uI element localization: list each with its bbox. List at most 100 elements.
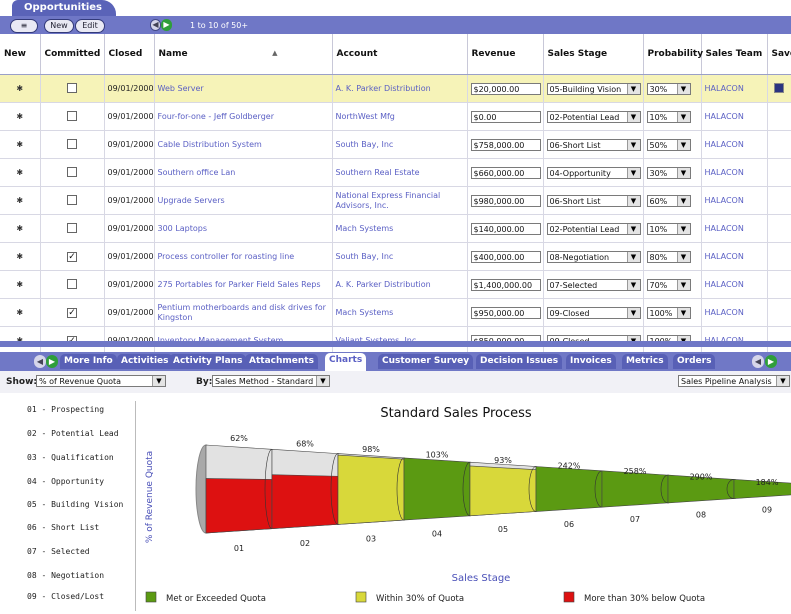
- sales-stage-select[interactable]: 06-Short List ▼: [546, 194, 641, 207]
- new-button[interactable]: New: [44, 19, 74, 33]
- opportunity-name-link[interactable]: Web Server: [154, 74, 333, 103]
- revenue-input[interactable]: $0.00: [470, 110, 541, 123]
- account-link[interactable]: A. K. Parker Distribution: [332, 270, 468, 299]
- revenue-input[interactable]: $660,000.00: [470, 166, 541, 179]
- sales-team-link[interactable]: HALACON: [701, 158, 768, 187]
- tab-invoices[interactable]: Invoices: [566, 354, 616, 369]
- tab-customer-survey[interactable]: Customer Survey: [378, 354, 474, 369]
- committed-checkbox[interactable]: [67, 166, 77, 177]
- committed-checkbox[interactable]: [67, 278, 77, 289]
- probability-select[interactable]: 10% ▼: [646, 222, 691, 235]
- account-link[interactable]: Mach Systems: [332, 214, 468, 243]
- opportunity-name-link[interactable]: 300 Laptops: [154, 214, 333, 243]
- revenue-input[interactable]: $758,000.00: [470, 138, 541, 151]
- account-link[interactable]: NorthWest Mfg: [332, 102, 468, 131]
- sales-stage-select[interactable]: 08-Negotiation ▼: [546, 250, 641, 263]
- opportunity-name-link[interactable]: Cable Distribution System: [154, 130, 333, 159]
- committed-checkbox[interactable]: [67, 222, 77, 233]
- sales-team-link[interactable]: HALACON: [701, 102, 768, 131]
- show-select[interactable]: % of Revenue Quota ▼: [36, 375, 166, 387]
- col-header[interactable]: Account: [332, 34, 468, 75]
- account-link[interactable]: South Bay, Inc: [332, 130, 468, 159]
- sales-stage-select[interactable]: 06-Short List ▼: [546, 138, 641, 151]
- revenue-input[interactable]: $1,400,000.00: [470, 278, 541, 291]
- sales-team-link[interactable]: HALACON: [701, 186, 768, 215]
- table-row[interactable]: ✱ 09/01/2000 275 Portables for Parker Fiel…: [0, 270, 791, 299]
- menu-button[interactable]: ≡: [10, 19, 38, 33]
- tab-metrics[interactable]: Metrics: [622, 354, 668, 369]
- tabs-scroll-right-icon[interactable]: ▶: [765, 355, 777, 368]
- tab-charts[interactable]: Charts: [325, 353, 367, 371]
- sales-team-link[interactable]: HALACON: [701, 298, 768, 327]
- sales-team-link[interactable]: HALACON: [701, 74, 768, 103]
- revenue-input[interactable]: $980,000.00: [470, 194, 541, 207]
- revenue-input[interactable]: $400,000.00: [470, 250, 541, 263]
- opportunity-name-link[interactable]: Pentium motherboards and disk drives for…: [154, 298, 333, 327]
- tab-orders[interactable]: Orders: [673, 354, 716, 369]
- committed-checkbox[interactable]: [67, 138, 77, 149]
- opportunity-name-link[interactable]: 275 Portables for Parker Field Sales Rep…: [154, 270, 333, 299]
- committed-checkbox[interactable]: [67, 194, 77, 205]
- save-icon[interactable]: [774, 82, 784, 93]
- table-row[interactable]: ✱ 09/01/2000 Cable Distribution System Sout…: [0, 130, 791, 159]
- opportunity-name-link[interactable]: Process controller for roasting line: [154, 242, 333, 271]
- prev-record-icon[interactable]: ◀: [150, 19, 161, 31]
- table-row[interactable]: ✱ ✓ 09/01/2000 Pentium motherboards and dis…: [0, 298, 791, 327]
- col-header[interactable]: Committed: [40, 34, 105, 75]
- tab-more-info[interactable]: More Info: [60, 354, 117, 369]
- opportunity-name-link[interactable]: Upgrade Servers: [154, 186, 333, 215]
- sales-stage-select[interactable]: 02-Potential Lead ▼: [546, 110, 641, 123]
- tab-activities[interactable]: Activities: [117, 354, 173, 369]
- probability-select[interactable]: 60% ▼: [646, 194, 691, 207]
- col-header[interactable]: Save: [767, 34, 791, 75]
- tabs-prev-icon[interactable]: ◀: [34, 355, 46, 368]
- revenue-input[interactable]: $950,000.00: [470, 306, 541, 319]
- col-header[interactable]: Probability: [643, 34, 703, 75]
- revenue-input[interactable]: $20,000.00: [470, 82, 541, 95]
- probability-select[interactable]: 100%▼: [646, 306, 691, 319]
- analysis-select[interactable]: Sales Pipeline Analysis ▼: [678, 375, 790, 387]
- table-row[interactable]: ✱ 09/01/2000 300 Laptops Mach Systems $140,0…: [0, 214, 791, 243]
- account-link[interactable]: National Express Financial Advisors, Inc…: [332, 186, 468, 215]
- account-link[interactable]: A. K. Parker Distribution: [332, 74, 468, 103]
- table-row[interactable]: ✱ 09/01/2000 Upgrade Servers National Expre…: [0, 186, 791, 215]
- probability-select[interactable]: 30% ▼: [646, 82, 691, 95]
- account-link[interactable]: Southern Real Estate: [332, 158, 468, 187]
- sales-team-link[interactable]: HALACON: [701, 242, 768, 271]
- probability-select[interactable]: 50% ▼: [646, 138, 691, 151]
- sales-stage-select[interactable]: 07-Selected ▼: [546, 278, 641, 291]
- opportunity-name-link[interactable]: Four-for-one - Jeff Goldberger: [154, 102, 333, 131]
- tab-opportunities[interactable]: Opportunities: [12, 0, 117, 16]
- by-select[interactable]: Sales Method - Standard ▼: [212, 375, 330, 387]
- sales-team-link[interactable]: HALACON: [701, 130, 768, 159]
- table-row[interactable]: ✱ 09/01/2000 Southern office Lan Southern R…: [0, 158, 791, 187]
- sales-stage-select[interactable]: 05-Building Vision ▼: [546, 82, 641, 95]
- tabs-next-icon[interactable]: ▶: [46, 355, 58, 368]
- sales-team-link[interactable]: HALACON: [701, 214, 768, 243]
- probability-select[interactable]: 70% ▼: [646, 278, 691, 291]
- probability-select[interactable]: 30% ▼: [646, 166, 691, 179]
- sales-stage-select[interactable]: 09-Closed ▼: [546, 306, 641, 319]
- col-header[interactable]: Revenue: [467, 34, 544, 75]
- sales-stage-select[interactable]: 04-Opportunity ▼: [546, 166, 641, 179]
- tab-activity-plans[interactable]: Activity Plans: [169, 354, 247, 369]
- col-header[interactable]: Sales Team: [701, 34, 768, 75]
- table-row[interactable]: ✱ 09/01/2000 Web Server A. K. Parker Distri…: [0, 74, 791, 103]
- col-header[interactable]: Closed: [104, 34, 155, 75]
- committed-checkbox[interactable]: [67, 82, 77, 93]
- tabs-scroll-left-icon[interactable]: ◀: [752, 355, 764, 368]
- sales-stage-select[interactable]: 02-Potential Lead ▼: [546, 222, 641, 235]
- col-header[interactable]: Sales Stage: [543, 34, 644, 75]
- sales-team-link[interactable]: HALACON: [701, 270, 768, 299]
- table-row[interactable]: ✱ 09/01/2000 Four-for-one - Jeff Goldberge…: [0, 102, 791, 131]
- committed-checkbox[interactable]: ✓: [67, 307, 77, 318]
- probability-select[interactable]: 10% ▼: [646, 110, 691, 123]
- tab-attachments[interactable]: Attachments: [245, 354, 318, 369]
- edit-button[interactable]: Edit: [75, 19, 105, 33]
- opportunity-name-link[interactable]: Southern office Lan: [154, 158, 333, 187]
- committed-checkbox[interactable]: ✓: [67, 251, 77, 262]
- account-link[interactable]: South Bay, Inc: [332, 242, 468, 271]
- revenue-input[interactable]: $140,000.00: [470, 222, 541, 235]
- col-header[interactable]: Name ▲: [154, 34, 333, 75]
- col-header[interactable]: New: [0, 34, 41, 75]
